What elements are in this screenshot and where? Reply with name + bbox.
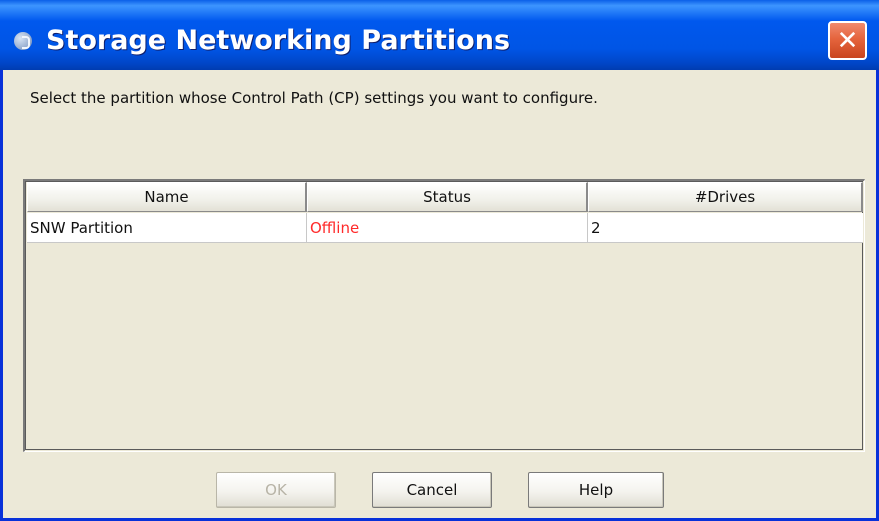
instruction-text: Select the partition whose Control Path … xyxy=(30,89,598,107)
column-header-name[interactable]: Name xyxy=(27,182,307,212)
title-bar[interactable]: Storage Networking Partitions ✕ xyxy=(0,0,879,70)
cell-drives: 2 xyxy=(591,218,601,237)
help-button[interactable]: Help xyxy=(528,472,664,508)
dialog-title: Storage Networking Partitions xyxy=(46,25,511,56)
column-header-status[interactable]: Status xyxy=(307,182,588,212)
app-icon xyxy=(14,32,32,50)
close-button[interactable]: ✕ xyxy=(828,21,867,60)
dialog-window: Storage Networking Partitions ✕ Select t… xyxy=(0,0,879,521)
table-header: Name Status #Drives xyxy=(27,182,863,213)
cancel-button[interactable]: Cancel xyxy=(372,472,492,508)
table-row[interactable]: SNW Partition Offline 2 xyxy=(27,213,863,243)
ok-button[interactable]: OK xyxy=(216,472,336,508)
column-header-drives[interactable]: #Drives xyxy=(588,182,863,212)
cell-status: Offline xyxy=(307,213,588,242)
close-icon: ✕ xyxy=(836,25,859,56)
cell-name: SNW Partition xyxy=(27,213,307,242)
partition-table: Name Status #Drives SNW Partition Offlin… xyxy=(23,179,865,452)
